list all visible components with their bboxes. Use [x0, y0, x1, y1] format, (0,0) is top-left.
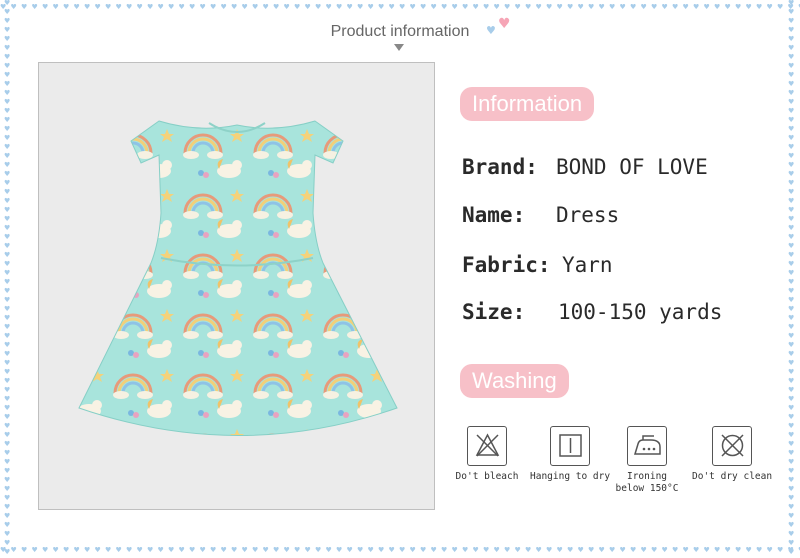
- heart-border-right: ♥ ♥ ♥ ♥ ♥ ♥ ♥ ♥ ♥ ♥ ♥ ♥ ♥ ♥ ♥ ♥ ♥ ♥ ♥ ♥ ♥ ♥ ♥ ♥ ♥ ♥ ♥ ♥ ♥ ♥ ♥ ♥ ♥ ♥ ♥ ♥ ♥ ♥ ♥ ♥…: [788, 0, 796, 558]
- spec-fabric: Fabric: Yarn: [462, 253, 613, 277]
- care-label: Do't dry clean: [692, 471, 773, 482]
- spec-value: Dress: [556, 203, 620, 227]
- spec-name: Name: Dress: [462, 203, 619, 227]
- iron-icon: [627, 426, 667, 466]
- no-bleach-icon: [467, 426, 507, 466]
- heart-icon: ♥: [498, 16, 511, 32]
- information-heading: Information: [460, 87, 595, 121]
- border-heart-icon: ♥: [788, 548, 795, 556]
- small-heart-icon: ♥: [486, 24, 496, 37]
- heart-border-bottom: ♥ ♥ ♥ ♥ ♥ ♥ ♥ ♥ ♥ ♥ ♥ ♥ ♥ ♥ ♥ ♥ ♥ ♥ ♥ ♥ …: [0, 547, 800, 554]
- spec-brand: Brand: BOND OF LOVE: [462, 155, 708, 179]
- spec-key: Fabric:: [462, 253, 551, 277]
- care-no-bleach: Do't bleach: [455, 426, 519, 483]
- heart-border-top: ♥ ♥ ♥ ♥ ♥ ♥ ♥ ♥ ♥ ♥ ♥ ♥ ♥ ♥ ♥ ♥ ♥ ♥ ♥ ♥ …: [0, 4, 800, 11]
- care-hang-dry: Hanging to dry: [530, 426, 610, 483]
- care-label-line2: below 150°C: [615, 483, 679, 494]
- care-label: Do't bleach: [455, 471, 519, 482]
- heart-border-left: ♥ ♥ ♥ ♥ ♥ ♥ ♥ ♥ ♥ ♥ ♥ ♥ ♥ ♥ ♥ ♥ ♥ ♥ ♥ ♥ ♥ ♥ ♥ ♥ ♥ ♥ ♥ ♥ ♥ ♥ ♥ ♥ ♥ ♥ ♥ ♥ ♥ ♥ ♥ ♥…: [4, 0, 12, 558]
- care-no-dry-clean: Do't dry clean: [692, 426, 772, 483]
- section-title: Product information: [330, 23, 470, 40]
- section-header: Product information: [0, 21, 800, 41]
- spec-key: Size:: [462, 300, 526, 324]
- hearts-decoration: ♥ ♥: [486, 16, 526, 40]
- border-heart-icon: ♥: [4, 548, 11, 556]
- down-arrow-icon: [394, 44, 404, 51]
- spec-key: Brand:: [462, 155, 538, 179]
- dress-illustration: [78, 120, 398, 436]
- no-dry-clean-icon: [712, 426, 752, 466]
- spec-key: Name:: [462, 203, 526, 227]
- care-iron: Ironing below 150°C: [612, 426, 682, 495]
- product-photo: [38, 62, 435, 510]
- spec-value: BOND OF LOVE: [556, 155, 708, 179]
- washing-heading: Washing: [460, 364, 569, 398]
- care-label-line1: Ironing: [626, 471, 668, 482]
- spec-value: Yarn: [562, 253, 613, 277]
- hang-dry-icon: [550, 426, 590, 466]
- care-label: Ironing below 150°C: [612, 471, 682, 495]
- spec-value: 100-150 yards: [558, 300, 723, 324]
- spec-size: Size: 100-150 yards: [462, 300, 722, 324]
- care-label: Hanging to dry: [530, 471, 611, 482]
